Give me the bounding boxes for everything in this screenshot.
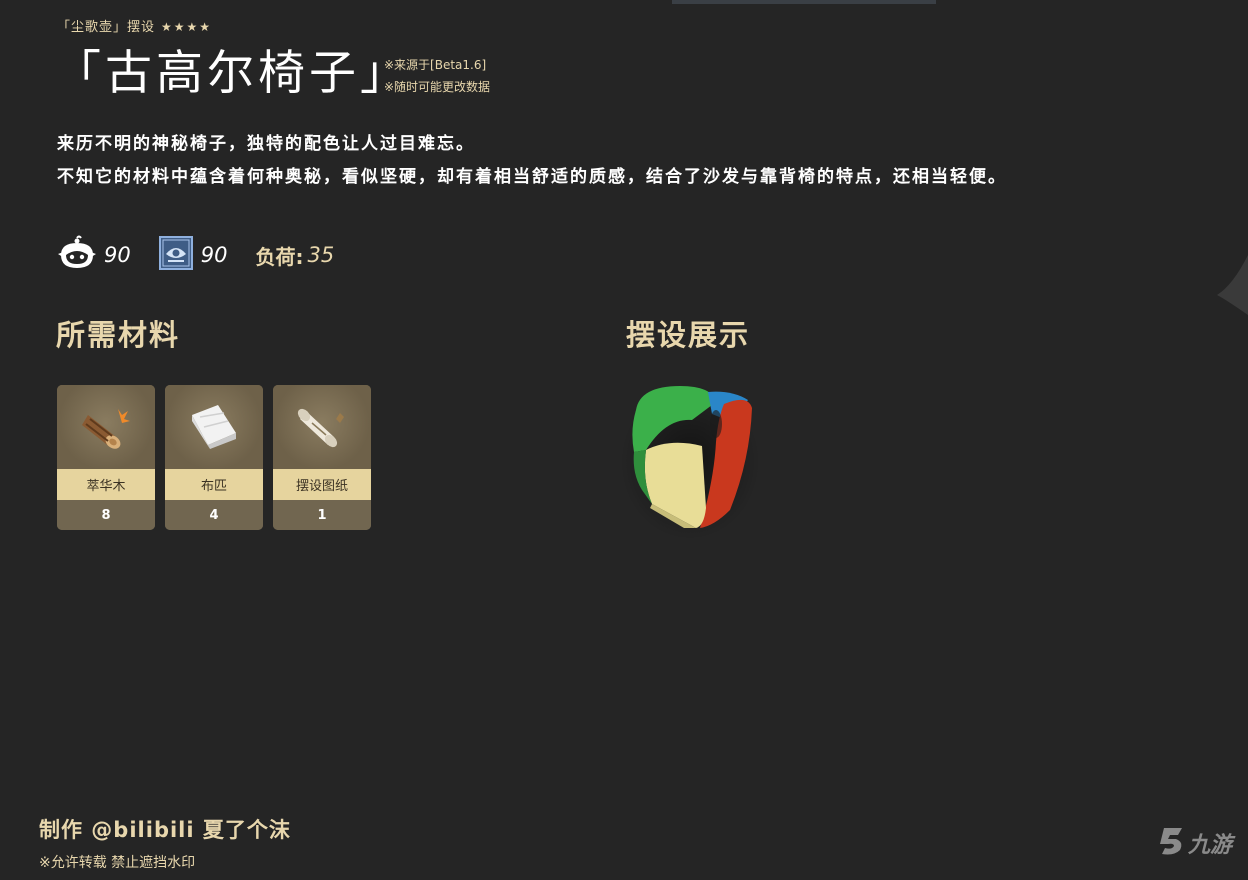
description-line-2: 不知它的材料中蕴含着何种奥秘，看似坚硬，却有着相当舒适的质感，结合了沙发与靠背椅… bbox=[57, 167, 1007, 187]
comfort-value: 90 bbox=[200, 243, 228, 267]
adeptal-energy-stat: 90 bbox=[58, 235, 131, 275]
blueprint-icon bbox=[292, 395, 352, 459]
materials-section-title: 所需材料 bbox=[56, 318, 181, 352]
materials-list: 萃华木 8 布匹 4 摆设图纸 1 bbox=[57, 385, 381, 530]
material-card[interactable]: 摆设图纸 1 bbox=[273, 385, 371, 530]
item-title: 「古高尔椅子」 bbox=[54, 46, 411, 101]
material-name: 摆设图纸 bbox=[273, 469, 371, 500]
chair-preview-image bbox=[620, 380, 760, 544]
comfort-icon bbox=[158, 236, 193, 274]
material-card[interactable]: 布匹 4 bbox=[165, 385, 263, 530]
watermark-logo-icon bbox=[1158, 826, 1186, 860]
description-line-1: 来历不明的神秘椅子，独特的配色让人过目难忘。 bbox=[57, 134, 475, 154]
adeptal-energy-icon bbox=[58, 235, 96, 275]
material-count: 8 bbox=[57, 500, 155, 530]
credit-text: 制作 @bilibili 夏了个沫 bbox=[39, 818, 291, 842]
rarity-stars: ★★★★ bbox=[161, 20, 213, 34]
watermark-text: 九游 bbox=[1188, 833, 1233, 858]
furnishing-category: 「尘歌壶」摆设 ★★★★ bbox=[57, 16, 212, 35]
category-label: 「尘歌壶」摆设 bbox=[57, 20, 156, 35]
source-note: ※来源于[Beta1.6] bbox=[384, 58, 487, 72]
source-notes: ※来源于[Beta1.6] ※随时可能更改数据 bbox=[384, 54, 490, 98]
load-stat: 负荷: 35 bbox=[255, 241, 334, 270]
adeptal-energy-value: 90 bbox=[104, 243, 131, 267]
stats-row: 90 90 负荷: 35 bbox=[58, 235, 362, 275]
fabric-icon bbox=[184, 395, 244, 459]
watermark: 九游 bbox=[1158, 826, 1232, 860]
wood-icon bbox=[76, 395, 136, 459]
change-note: ※随时可能更改数据 bbox=[384, 80, 491, 94]
material-name: 萃华木 bbox=[57, 469, 155, 500]
load-value: 35 bbox=[307, 243, 335, 267]
material-count: 4 bbox=[165, 500, 263, 530]
item-description: 来历不明的神秘椅子，独特的配色让人过目难忘。 不知它的材料中蕴含着何种奥秘，看似… bbox=[57, 128, 1007, 194]
material-count: 1 bbox=[273, 500, 371, 530]
material-name: 布匹 bbox=[165, 469, 263, 500]
license-note: ※允许转载 禁止遮挡水印 bbox=[39, 855, 196, 871]
load-label: 负荷: bbox=[255, 244, 304, 269]
comfort-stat: 90 bbox=[158, 236, 228, 274]
material-card[interactable]: 萃华木 8 bbox=[57, 385, 155, 530]
showcase-section-title: 摆设展示 bbox=[626, 318, 751, 352]
edge-decoration bbox=[1215, 255, 1248, 319]
top-edge-bar bbox=[672, 0, 936, 4]
